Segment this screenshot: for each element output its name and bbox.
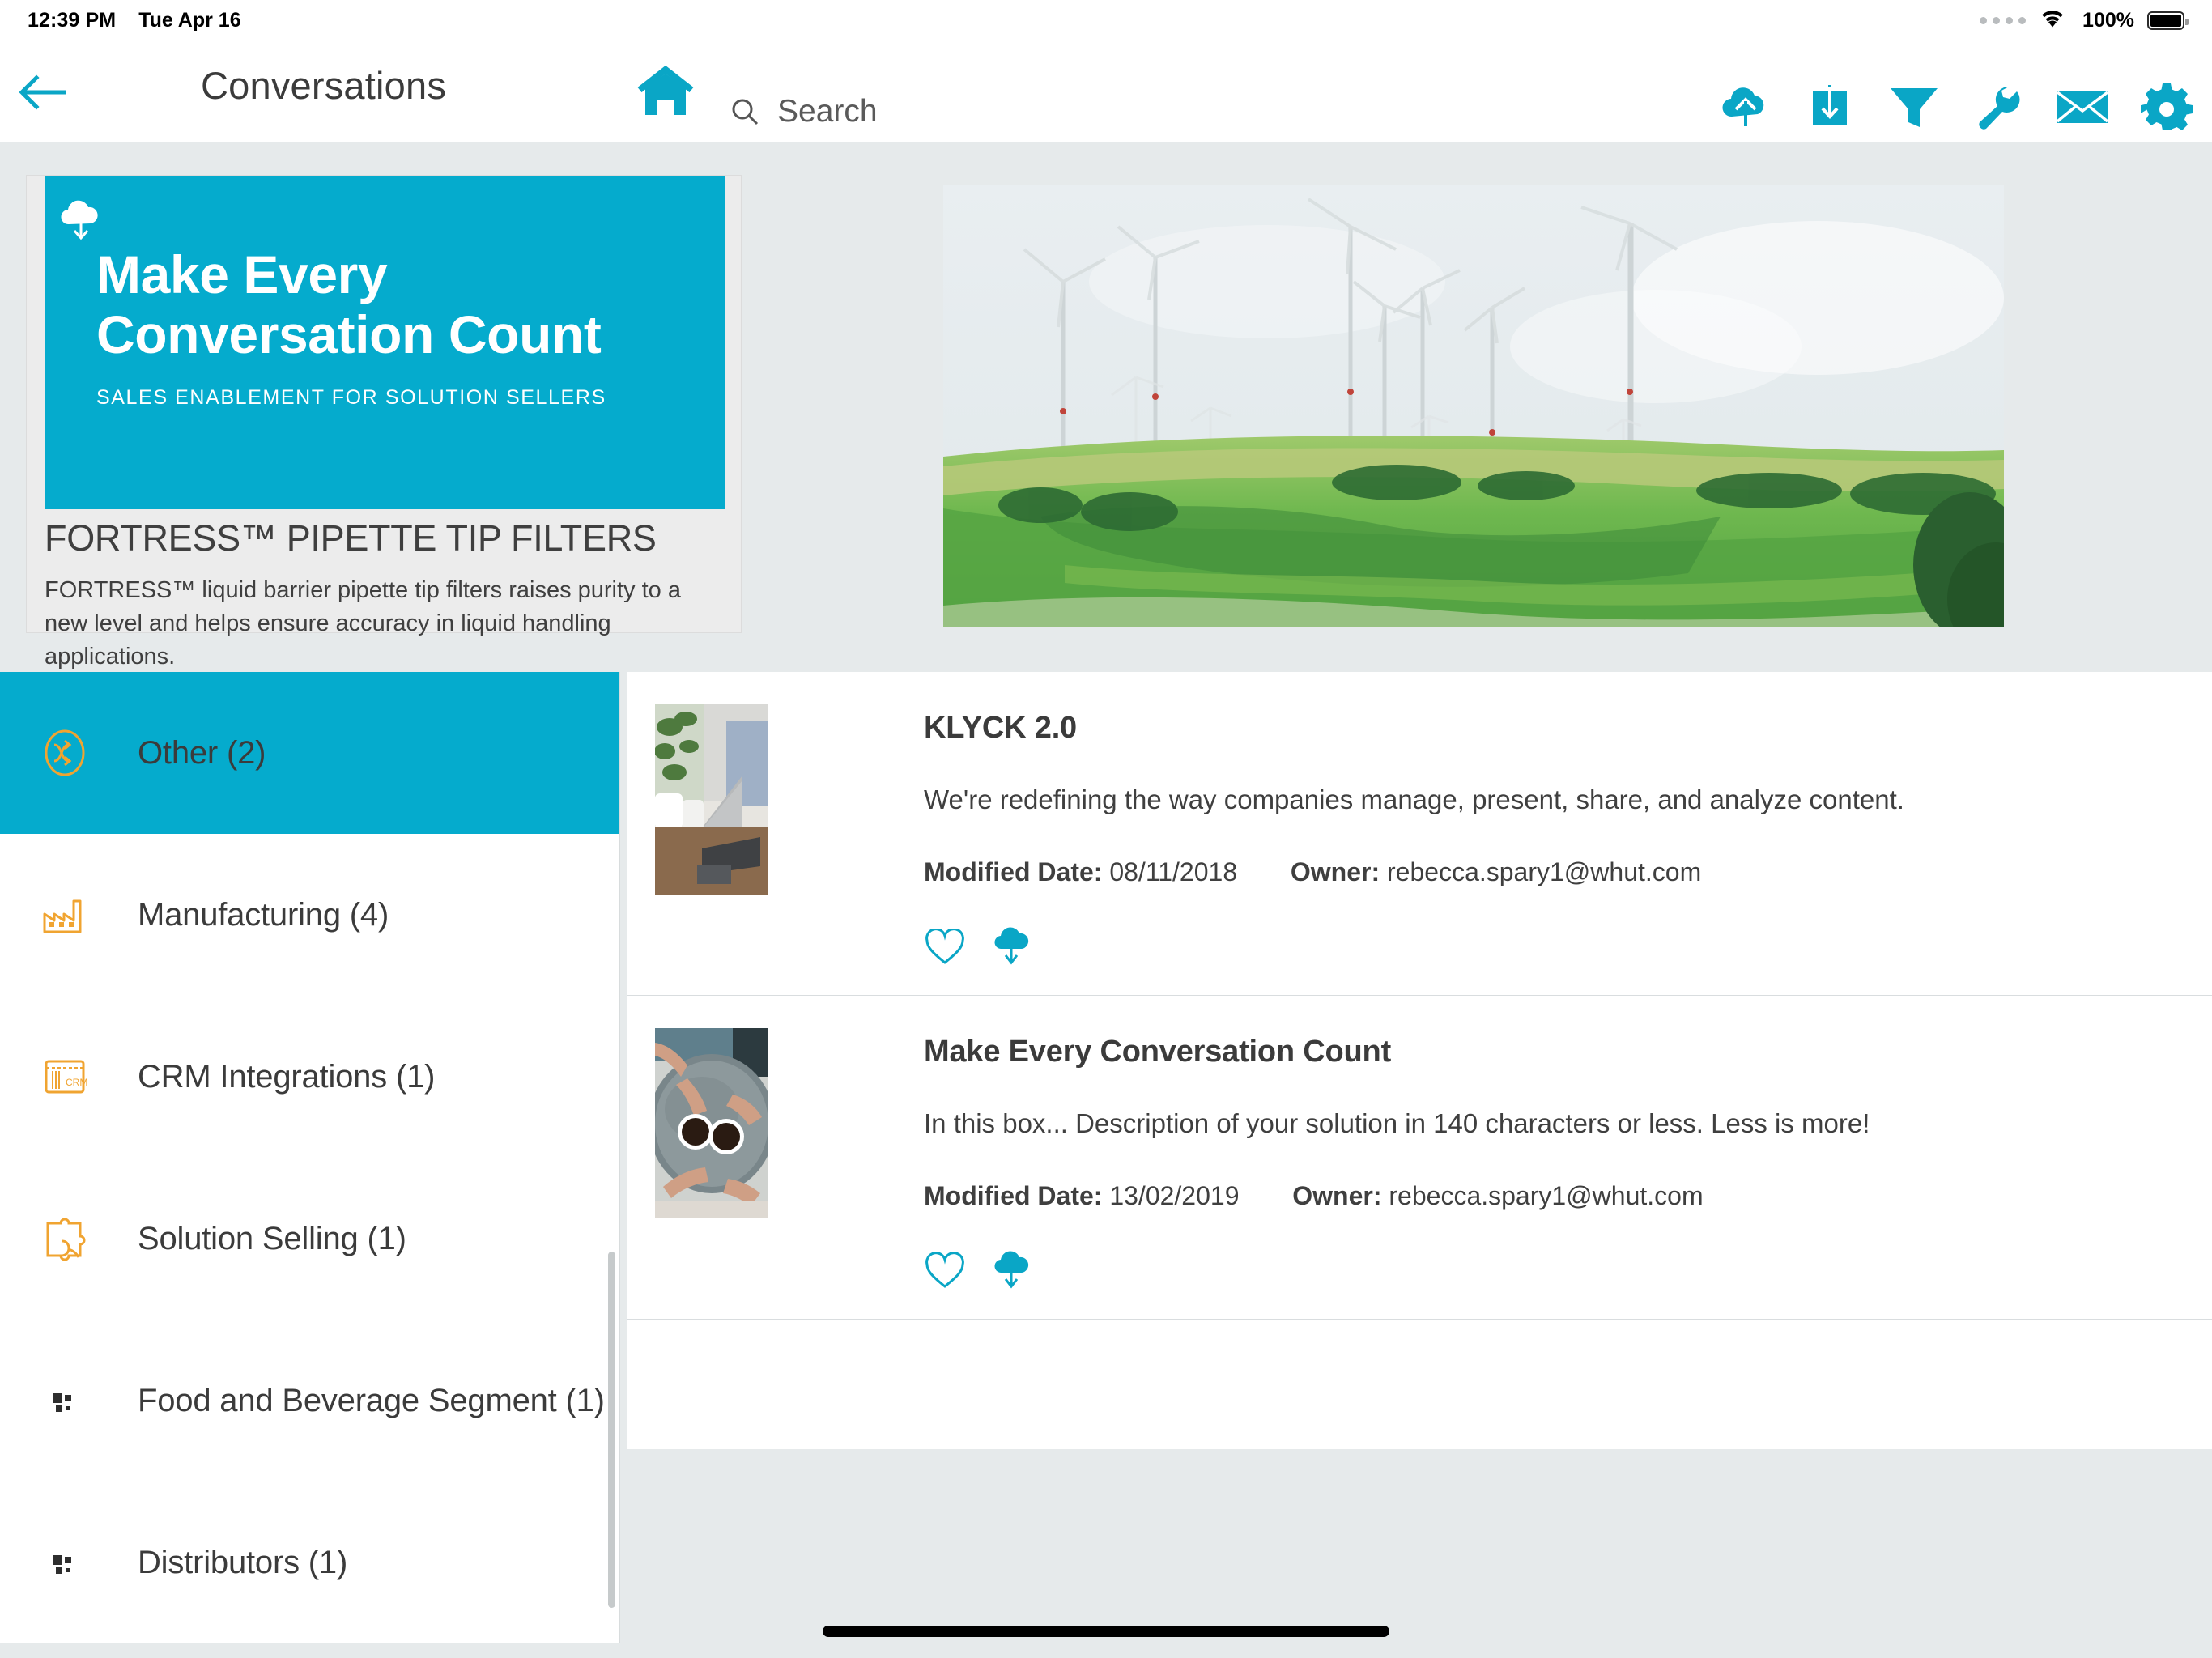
owner-value: rebecca.spary1@whut.com (1387, 857, 1702, 886)
heart-outline-icon[interactable] (924, 926, 966, 968)
modified-date-label: Modified Date: (924, 857, 1103, 886)
sidebar-item-label: Food and Beverage Segment (1) (138, 1382, 605, 1418)
promo-heading-line1: Make Every (96, 244, 388, 304)
list-item[interactable]: KLYCK 2.0 We're redefining the way compa… (627, 672, 2212, 996)
sidebar-item-manufacturing[interactable]: Manufacturing (4) (0, 834, 619, 996)
owner-label: Owner: (1290, 857, 1380, 886)
status-bar-left: 12:39 PM Tue Apr 16 (28, 9, 241, 32)
category-sidebar[interactable]: Other (2) Manufacturing (4) CRM CRM Inte… (0, 672, 620, 1643)
page-title: Conversations (201, 64, 447, 107)
sidebar-item-distributors[interactable]: Distributors (1) (0, 1482, 619, 1643)
modified-date-label: Modified Date: (924, 1181, 1103, 1210)
envelope-icon[interactable] (2053, 78, 2112, 136)
sidebar-item-label: Other (2) (138, 734, 266, 771)
crm-card-icon: CRM (36, 1048, 94, 1106)
sidebar-item-food-and-beverage-segment[interactable]: Food and Beverage Segment (1) (0, 1320, 619, 1482)
home-indicator[interactable] (823, 1626, 1389, 1637)
shuffle-arrows-icon (36, 724, 94, 782)
heart-outline-icon[interactable] (924, 1250, 966, 1292)
promo-subtitle: SALES ENABLEMENT FOR SOLUTION SELLERS (96, 385, 606, 409)
search-bar[interactable] (730, 94, 1629, 145)
hero-image[interactable] (943, 185, 2004, 627)
item-actions (924, 1250, 2212, 1292)
svg-text:CRM: CRM (66, 1077, 87, 1088)
item-description: We're redefining the way companies manag… (924, 784, 1904, 814)
sidebar-item-label: Manufacturing (4) (138, 896, 389, 933)
sidebar-item-crm-integrations[interactable]: CRM CRM Integrations (1) (0, 996, 619, 1158)
sidebar-item-solution-selling[interactable]: Solution Selling (1) (0, 1158, 619, 1320)
hands-holding-coffee-photo (655, 1028, 768, 1218)
search-icon (730, 97, 759, 126)
blocks-icon (36, 1533, 94, 1592)
item-title: Make Every Conversation Count (924, 1035, 1392, 1069)
home-icon (637, 66, 694, 115)
laptop-with-plants-photo (655, 704, 768, 895)
app-header: Conversations (0, 40, 2212, 145)
item-details: Make Every Conversation Count In this bo… (924, 1028, 2212, 1292)
filter-icon[interactable] (1885, 78, 1943, 136)
main-panels: Other (2) Manufacturing (4) CRM CRM Inte… (0, 672, 2212, 1658)
item-actions (924, 926, 2212, 968)
sidebar-item-label: CRM Integrations (1) (138, 1058, 436, 1095)
search-input[interactable] (777, 94, 1629, 130)
header-toolbar (1716, 78, 2196, 136)
item-title: KLYCK 2.0 (924, 711, 1077, 745)
modified-date-value: 08/11/2018 (1109, 857, 1238, 886)
wifi-icon (2039, 7, 2066, 34)
promo-description: FORTRESS™ liquid barrier pipette tip fil… (45, 577, 681, 670)
promo-card[interactable]: Make Every Conversation Count SALES ENAB… (26, 175, 742, 670)
puzzle-piece-icon (36, 1209, 94, 1268)
battery-full-icon (2147, 11, 2189, 30)
owner-label: Owner: (1292, 1181, 1382, 1210)
cloud-download-icon[interactable] (990, 926, 1032, 968)
wrench-icon[interactable] (1969, 78, 2027, 136)
item-thumbnail (655, 704, 768, 895)
sidebar-item-label: Distributors (1) (138, 1544, 348, 1580)
top-region: Make Every Conversation Count SALES ENAB… (0, 142, 2212, 672)
factory-icon (36, 886, 94, 944)
item-thumbnail (655, 1028, 768, 1218)
status-bar-right: 100% (1980, 7, 2189, 34)
item-details: KLYCK 2.0 We're redefining the way compa… (924, 704, 2212, 968)
sidebar-item-label: Solution Selling (1) (138, 1220, 406, 1256)
status-time: 12:39 PM (28, 8, 117, 32)
cloud-download-icon[interactable] (56, 198, 106, 249)
gear-icon[interactable] (2138, 78, 2196, 136)
sidebar-item-other[interactable]: Other (2) (0, 672, 619, 834)
app-screen: 12:39 PM Tue Apr 16 100% Conversations S… (0, 0, 2212, 1658)
wind-turbines-photo (943, 185, 2004, 627)
cloud-download-icon[interactable] (990, 1250, 1032, 1292)
promo-title: FORTRESS™ PIPETTE TIP FILTERS (45, 517, 657, 559)
item-description: In this box... Description of your solut… (924, 1108, 1870, 1138)
item-meta: Modified Date: 13/02/2019 Owner: rebecca… (924, 1181, 2212, 1211)
promo-banner: Make Every Conversation Count SALES ENAB… (45, 176, 725, 509)
status-date: Tue Apr 16 (138, 8, 241, 32)
owner-value: rebecca.spary1@whut.com (1389, 1181, 1704, 1210)
sidebar-scrollbar[interactable] (608, 1252, 615, 1608)
blocks-icon (36, 1371, 94, 1430)
status-bar: 12:39 PM Tue Apr 16 100% (0, 0, 2212, 40)
item-meta: Modified Date: 08/11/2018 Owner: rebecca… (924, 857, 2212, 887)
list-item[interactable]: Make Every Conversation Count In this bo… (627, 996, 2212, 1320)
content-list: KLYCK 2.0 We're redefining the way compa… (627, 672, 2212, 1449)
battery-percent: 100% (2082, 8, 2134, 32)
back-arrow-icon (19, 74, 66, 110)
download-box-icon[interactable] (1801, 78, 1859, 136)
signal-dots-icon (1980, 16, 2027, 24)
modified-date-value: 13/02/2019 (1109, 1181, 1240, 1210)
promo-heading-line2: Conversation Count (96, 304, 602, 364)
back-button[interactable] (10, 58, 78, 126)
cloud-upload-icon[interactable] (1716, 78, 1775, 136)
home-button[interactable] (632, 58, 700, 126)
promo-heading: Make Every Conversation Count (96, 244, 712, 365)
